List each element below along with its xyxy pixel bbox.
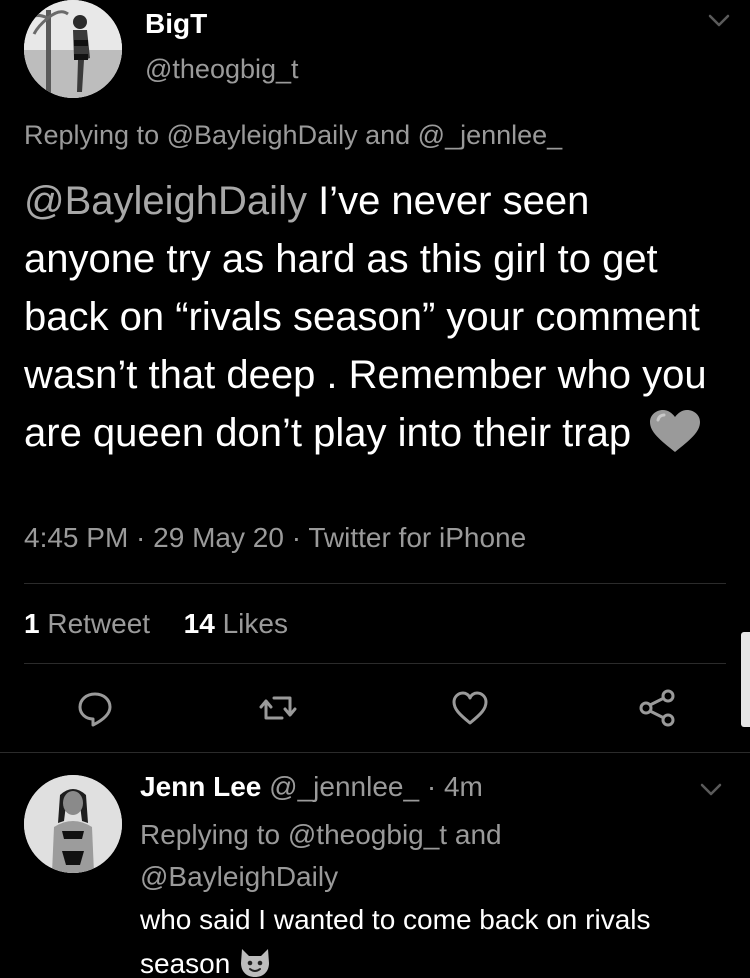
reply-author-handle[interactable]: @_jennlee_: [269, 771, 419, 802]
retweets-stat[interactable]: 1 Retweet: [24, 608, 150, 639]
share-icon[interactable]: [638, 688, 678, 728]
likes-label: Likes: [222, 608, 288, 639]
like-icon[interactable]: [450, 688, 490, 728]
avatar-photo: [24, 775, 122, 873]
reply-replying-to-and: and: [447, 819, 502, 850]
chevron-down-icon[interactable]: [700, 783, 722, 797]
reply-icon[interactable]: [75, 688, 115, 728]
reply-replying-to-user-2[interactable]: @BayleighDaily: [140, 861, 338, 892]
scrollbar[interactable]: [741, 632, 750, 727]
retweet-icon[interactable]: [258, 688, 298, 728]
meta-separator: ·: [128, 522, 154, 553]
retweets-count: 1: [24, 608, 40, 639]
reply-time-separator: ·: [419, 771, 444, 802]
grey-heart-emoji-icon: [650, 410, 701, 452]
reply-replying-to-user-1[interactable]: @theogbig_t: [288, 819, 447, 850]
tweet-detail-screen: BigT @theogbig_t Replying to @BayleighDa…: [0, 0, 750, 978]
reply-text: who said I wanted to come back on rivals…: [140, 898, 740, 978]
replying-to-and: and: [357, 120, 418, 150]
reply-author-avatar[interactable]: [24, 775, 122, 873]
reply-replying-to-prefix: Replying to: [140, 819, 288, 850]
author-avatar[interactable]: [24, 0, 122, 98]
engagement-stats: 1 Retweet 14 Likes: [24, 608, 288, 640]
retweets-label: Retweet: [47, 608, 151, 639]
reply-replying-to: Replying to @theogbig_t and @BayleighDai…: [140, 814, 700, 898]
author-name[interactable]: BigT: [145, 8, 207, 40]
tweet-mention[interactable]: @BayleighDaily: [24, 179, 307, 223]
divider: [24, 663, 726, 664]
replying-to-user-1[interactable]: @BayleighDaily: [167, 120, 358, 150]
tweet-meta: 4:45 PM · 29 May 20 · Twitter for iPhone: [24, 522, 526, 554]
reply-header: Jenn Lee @_jennlee_ · 4m: [140, 771, 483, 803]
divider: [24, 583, 726, 584]
replying-to: Replying to @BayleighDaily and @_jennlee…: [24, 120, 562, 151]
tweet-time: 4:45 PM: [24, 522, 129, 553]
chevron-down-icon[interactable]: [708, 14, 730, 28]
replying-to-user-2[interactable]: @_jennlee_: [418, 120, 563, 150]
reply-time: 4m: [443, 771, 483, 802]
likes-stat[interactable]: 14 Likes: [184, 608, 288, 639]
replying-to-prefix: Replying to: [24, 120, 167, 150]
divider: [0, 752, 750, 753]
tweet-source[interactable]: Twitter for iPhone: [308, 522, 526, 553]
author-handle[interactable]: @theogbig_t: [145, 54, 299, 85]
avatar-photo: [24, 0, 122, 98]
tweet-date: 29 May 20: [153, 522, 284, 553]
reply-body: who said I wanted to come back on rivals…: [140, 904, 651, 978]
reply-author-name[interactable]: Jenn Lee: [140, 771, 261, 802]
cat-emoji-icon: [241, 949, 270, 977]
likes-count: 14: [183, 608, 215, 639]
tweet-text: @BayleighDaily I’ve never seen anyone tr…: [24, 172, 724, 462]
meta-separator: ·: [283, 522, 309, 553]
